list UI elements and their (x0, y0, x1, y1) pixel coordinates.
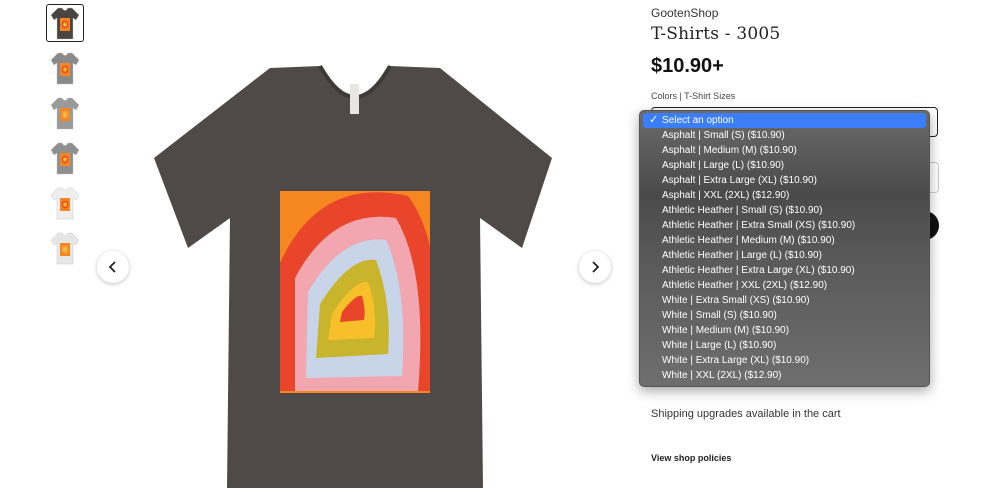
shop-name[interactable]: GootenShop (651, 6, 718, 20)
dropdown-option-label: Asphalt | XXL (2XL) ($12.90) (662, 190, 790, 201)
dropdown-option-label: White | Extra Large (XL) ($10.90) (662, 355, 810, 366)
dropdown-option-label: Asphalt | Medium (M) ($10.90) (662, 145, 797, 156)
view-shop-policies-link[interactable]: View shop policies (651, 453, 731, 463)
dropdown-option[interactable]: Athletic Heather | Large (L) ($10.90) (640, 248, 929, 263)
next-image-button[interactable] (579, 251, 611, 283)
thumbnail-image (50, 52, 80, 85)
dropdown-option-label: Athletic Heather | XXL (2XL) ($12.90) (662, 280, 828, 291)
variation-dropdown-list[interactable]: ✓ Select an option Asphalt | Small (S) ($1… (639, 110, 930, 387)
dropdown-option-label: Asphalt | Extra Large (XL) ($10.90) (662, 175, 817, 186)
thumbnail-item[interactable] (46, 94, 84, 132)
product-main-image (150, 58, 560, 495)
checkmark-icon: ✓ (649, 114, 659, 126)
dropdown-option[interactable]: White | XXL (2XL) ($12.90) (640, 368, 929, 383)
thumbnail-item[interactable] (46, 184, 84, 222)
previous-image-button[interactable] (97, 251, 129, 283)
dropdown-option[interactable]: Asphalt | Large (L) ($10.90) (640, 158, 929, 173)
dropdown-option-label: Athletic Heather | Large (L) ($10.90) (662, 250, 822, 261)
thumbnail-image (50, 7, 80, 40)
shipping-note: Shipping upgrades available in the cart (651, 408, 841, 420)
dropdown-option[interactable]: Athletic Heather | Medium (M) ($10.90) (640, 233, 929, 248)
dropdown-option[interactable]: White | Small (S) ($10.90) (640, 308, 929, 323)
thumbnail-image (50, 187, 80, 220)
tshirt-image (154, 65, 552, 488)
thumbnail-item[interactable] (46, 49, 84, 87)
dropdown-option[interactable]: Athletic Heather | XXL (2XL) ($12.90) (640, 278, 929, 293)
dropdown-option[interactable]: Athletic Heather | Extra Large (XL) ($10… (640, 263, 929, 278)
product-title: T-Shirts - 3005 (651, 24, 781, 44)
variation-select-label: Colors | T-Shirt Sizes (651, 91, 736, 101)
dropdown-option-label: White | Large (L) ($10.90) (662, 340, 777, 351)
thumbnail-strip (46, 4, 84, 274)
dropdown-option-label: Athletic Heather | Extra Small (XS) ($10… (662, 220, 856, 231)
dropdown-option[interactable]: Asphalt | XXL (2XL) ($12.90) (640, 188, 929, 203)
chevron-left-icon (108, 261, 116, 273)
dropdown-option[interactable]: Asphalt | Extra Large (XL) ($10.90) (640, 173, 929, 188)
dropdown-option[interactable]: White | Medium (M) ($10.90) (640, 323, 929, 338)
dropdown-option[interactable]: White | Large (L) ($10.90) (640, 338, 929, 353)
dropdown-option[interactable]: Asphalt | Medium (M) ($10.90) (640, 143, 929, 158)
shirt-tag (350, 84, 359, 114)
thumbnail-image (50, 97, 80, 130)
dropdown-option[interactable]: ✓ Select an option (643, 113, 926, 128)
dropdown-option-label: White | Medium (M) ($10.90) (662, 325, 790, 336)
dropdown-option[interactable]: Athletic Heather | Small (S) ($10.90) (640, 203, 929, 218)
thumbnail-item[interactable] (46, 139, 84, 177)
thumbnail-image (50, 142, 80, 175)
dropdown-option[interactable]: Asphalt | Small (S) ($10.90) (640, 128, 929, 143)
thumbnail-item[interactable] (46, 229, 84, 267)
dropdown-option-label: Athletic Heather | Small (S) ($10.90) (662, 205, 823, 216)
dropdown-option-label: Athletic Heather | Medium (M) ($10.90) (662, 235, 835, 246)
dropdown-option-label: Asphalt | Small (S) ($10.90) (662, 130, 785, 141)
dropdown-option[interactable]: White | Extra Small (XS) ($10.90) (640, 293, 929, 308)
dropdown-option-label: White | XXL (2XL) ($12.90) (662, 370, 782, 381)
dropdown-option[interactable]: White | Extra Large (XL) ($10.90) (640, 353, 929, 368)
dropdown-option-label: Select an option (662, 115, 734, 126)
dropdown-option-label: Asphalt | Large (L) ($10.90) (662, 160, 785, 171)
dropdown-option-label: Athletic Heather | Extra Large (XL) ($10… (662, 265, 855, 276)
dropdown-option[interactable]: Athletic Heather | Extra Small (XS) ($10… (640, 218, 929, 233)
shirt-print (280, 191, 430, 393)
product-price: $10.90+ (651, 55, 724, 77)
thumbnail-item[interactable] (46, 4, 84, 42)
dropdown-option-label: White | Small (S) ($10.90) (662, 310, 777, 321)
chevron-right-icon (592, 261, 600, 273)
dropdown-option-label: White | Extra Small (XS) ($10.90) (662, 295, 810, 306)
thumbnail-image (50, 232, 80, 265)
